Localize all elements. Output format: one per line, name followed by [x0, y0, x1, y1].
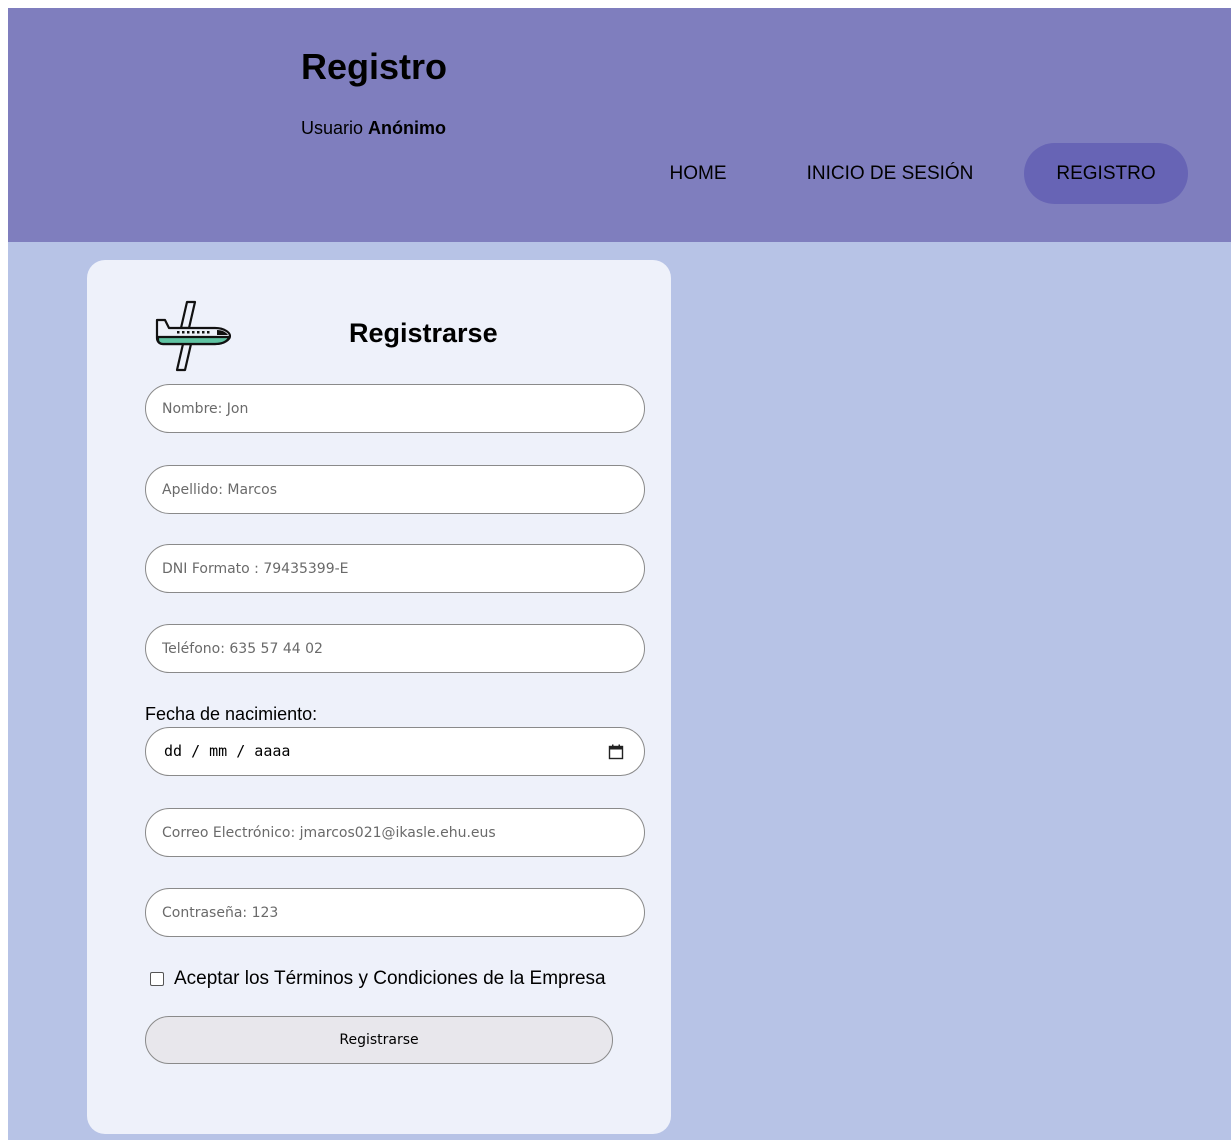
apellido-input[interactable]: [145, 465, 645, 514]
fecha-input[interactable]: dd / mm / aaaa: [145, 727, 645, 776]
airplane-icon: [155, 300, 231, 372]
nombre-input[interactable]: [145, 384, 645, 433]
calendar-icon[interactable]: [608, 744, 624, 760]
form-title: Registrarse: [349, 318, 498, 348]
terms-checkbox[interactable]: [150, 972, 164, 986]
fecha-placeholder: dd / mm / aaaa: [164, 742, 291, 760]
nav-register[interactable]: REGISTRO: [1024, 143, 1188, 204]
nav-login[interactable]: INICIO DE SESIÓN: [783, 143, 997, 204]
user-status: Usuario Anónimo: [301, 118, 446, 139]
page-title: Registro: [301, 46, 448, 87]
page: Registro Usuario Anónimo HOME INICIO DE …: [8, 8, 1231, 1140]
telefono-input[interactable]: [145, 624, 645, 673]
submit-button[interactable]: Registrarse: [145, 1016, 613, 1064]
email-input[interactable]: [145, 808, 645, 857]
fecha-label: Fecha de nacimiento:: [145, 704, 318, 724]
nav-home[interactable]: HOME: [638, 143, 758, 204]
user-name: Anónimo: [368, 118, 447, 138]
terms-label[interactable]: Aceptar los Términos y Condiciones de la…: [174, 968, 606, 990]
header: Registro Usuario Anónimo HOME INICIO DE …: [8, 8, 1231, 242]
user-prefix: Usuario: [301, 118, 364, 138]
password-input[interactable]: [145, 888, 645, 937]
register-card: Registrarse Fecha de nacimiento: dd / mm…: [87, 260, 671, 1134]
terms-row: Aceptar los Términos y Condiciones de la…: [150, 968, 606, 990]
dni-input[interactable]: [145, 544, 645, 593]
